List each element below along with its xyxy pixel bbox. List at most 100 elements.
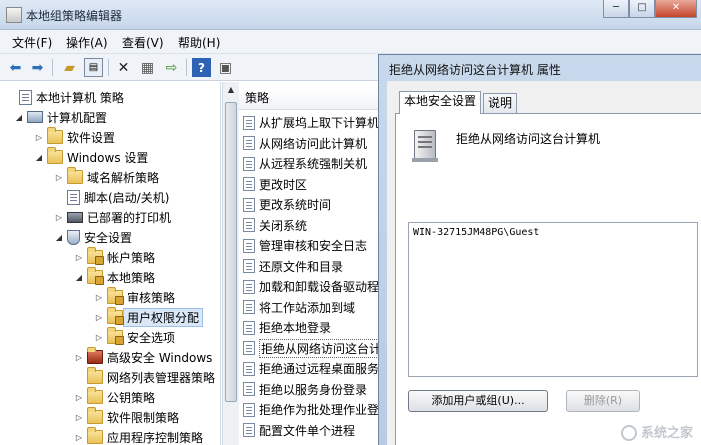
tree-item[interactable]: ◢ 安全设置 [54,227,132,247]
expand-arrow-icon[interactable]: ◢ [74,273,84,282]
expand-arrow-icon[interactable]: ▷ [54,213,64,222]
show-hide-tree-icon[interactable]: ▤ [84,58,103,77]
expand-arrow-icon[interactable]: ▷ [94,313,104,322]
help-icon[interactable]: ? [192,58,211,77]
expand-arrow-icon[interactable]: ▷ [54,173,64,182]
tree-scrollbar[interactable]: ▲ [222,82,239,445]
member-list[interactable]: WIN-32715JM48PG\Guest [408,222,698,377]
tree-item[interactable]: ▷ 高级安全 Windows [74,347,212,367]
tree-item[interactable]: ▷ 审核策略 [94,287,175,307]
scroll-up-arrow[interactable]: ▲ [223,82,239,98]
menu-view[interactable]: 查看(V) [122,34,164,51]
policy-icon [243,279,255,294]
tree-item[interactable]: ▷ 应用程序控制策略 [74,427,203,445]
expand-arrow-icon[interactable]: ▷ [74,253,84,262]
fw-icon [87,347,103,364]
list-item[interactable]: 关闭系统 [243,215,384,236]
expand-arrow-icon[interactable]: ▷ [74,433,84,442]
policy-icon [243,115,255,130]
export-list-icon[interactable]: ⇨ [162,58,181,77]
tree-item[interactable]: ▷ 软件设置 [34,127,115,147]
expand-arrow-icon[interactable]: ◢ [54,233,64,242]
tree-item-label: 公钥策略 [107,390,156,405]
list-item[interactable]: 管理审核和安全日志 [243,235,384,256]
tree-item[interactable]: 本地计算机 策略 [6,87,124,107]
toolbar-separator [52,59,53,76]
tree-item[interactable]: ▷ 域名解析策略 [54,167,159,187]
menu-action[interactable]: 操作(A) [66,34,108,51]
tree-item[interactable]: ▷ 软件限制策略 [74,407,179,427]
tree-item[interactable]: ◢ 本地策略 [74,267,155,287]
server-icon [412,130,438,162]
list-item[interactable]: 更改时区 [243,174,384,195]
list-item[interactable]: 从扩展坞上取下计算机 [243,112,384,133]
remove-button[interactable]: 删除(R) [566,390,640,412]
list-item[interactable]: 配置文件单个进程 [243,420,384,441]
policy-icon [243,341,255,355]
doc-icon [67,189,80,205]
policy-icon [243,402,255,417]
title-bar[interactable]: 本地组策略编辑器 ─ □ ✕ [0,0,701,30]
tree-item[interactable]: ▷ 用户权限分配 [94,307,204,327]
list-item[interactable]: 拒绝作为批处理作业登 [243,399,384,420]
expand-arrow-icon[interactable]: ▷ [94,293,104,302]
expand-arrow-icon[interactable]: ▷ [94,333,104,342]
policy-label: 从扩展坞上取下计算机 [259,116,380,130]
list-item[interactable]: 从网络访问此计算机 [243,133,384,154]
list-item[interactable]: 更改系统时间 [243,194,384,215]
maximize-button[interactable]: □ [629,0,655,18]
tree-item-label: 本地计算机 策略 [36,90,124,105]
tree-item[interactable]: ▷ 安全选项 [94,327,175,347]
tree-item[interactable]: ◢ 计算机配置 [14,107,107,127]
tab-local-security-setting[interactable]: 本地安全设置 [399,91,482,114]
toolbar-separator [108,59,109,76]
list-item[interactable]: 拒绝本地登录 [243,317,384,338]
list-item[interactable]: 拒绝通过远程桌面服务 [243,358,384,379]
tab-explain[interactable]: 说明 [483,93,518,113]
expand-arrow-icon[interactable]: ◢ [34,153,44,162]
tree-item[interactable]: ▷ 帐户策略 [74,247,155,267]
tree-item-label: 软件设置 [67,130,116,145]
tree-item-label: 网络列表管理器策略 [107,370,216,385]
expand-arrow-icon[interactable]: ◢ [14,113,24,122]
expand-arrow-icon[interactable]: ▷ [74,393,84,402]
list-item[interactable]: 加载和卸载设备驱动程 [243,276,384,297]
tree-item[interactable]: ◢ Windows 设置 [34,147,148,167]
column-header-policy[interactable]: 策略 [239,88,384,110]
list-item[interactable]: 将工作站添加到域 [243,297,384,318]
tree-item-label: 高级安全 Windows [107,350,213,365]
policy-icon [243,136,255,150]
expand-arrow-icon[interactable]: ▷ [74,353,84,362]
delete-icon[interactable]: ✕ [114,58,133,77]
minimize-button[interactable]: ─ [603,0,629,18]
policy-icon [243,320,255,335]
tree-item-label: 应用程序控制策略 [107,430,204,445]
expand-arrow-icon[interactable]: ▷ [74,413,84,422]
list-item[interactable]: 还原文件和目录 [243,256,384,277]
policy-label: 管理审核和安全日志 [259,239,368,253]
list-item[interactable]: 从远程系统强制关机 [243,153,384,174]
add-user-or-group-button[interactable]: 添加用户或组(U)... [408,390,548,412]
scroll-thumb[interactable] [225,102,237,402]
forward-icon[interactable]: ➡ [28,58,47,77]
back-icon[interactable]: ⬅ [6,58,25,77]
tree-item[interactable]: ▷ 已部署的打印机 [54,207,171,227]
tree-item-label: Windows 设置 [67,150,149,165]
policy-list: 策略 从扩展坞上取下计算机从网络访问此计算机 从远程系统强制关机 更改时区 更改系统时… [239,82,384,445]
menu-help[interactable]: 帮助(H) [178,34,220,51]
close-button[interactable]: ✕ [655,0,697,18]
view-icon[interactable]: ▣ [216,58,235,77]
list-item[interactable]: 拒绝从网络访问这台计 [243,338,384,359]
expand-arrow-icon[interactable]: ▷ [34,133,44,142]
list-item[interactable]: WIN-32715JM48PG\Guest [413,227,539,238]
tree-item[interactable]: 脚本(启动/关机) [54,187,169,207]
properties-icon[interactable]: ▦ [138,58,157,77]
lockfolder-icon [107,327,124,345]
menu-file[interactable]: 文件(F) [12,34,52,51]
tree-item[interactable]: 网络列表管理器策略 [74,367,215,387]
up-folder-icon[interactable]: ▰ [60,58,79,77]
list-item[interactable]: 拒绝以服务身份登录 [243,379,384,400]
tree-item[interactable]: ▷ 公钥策略 [74,387,155,407]
lockfolder-icon [87,267,104,285]
policy-icon [243,382,255,396]
